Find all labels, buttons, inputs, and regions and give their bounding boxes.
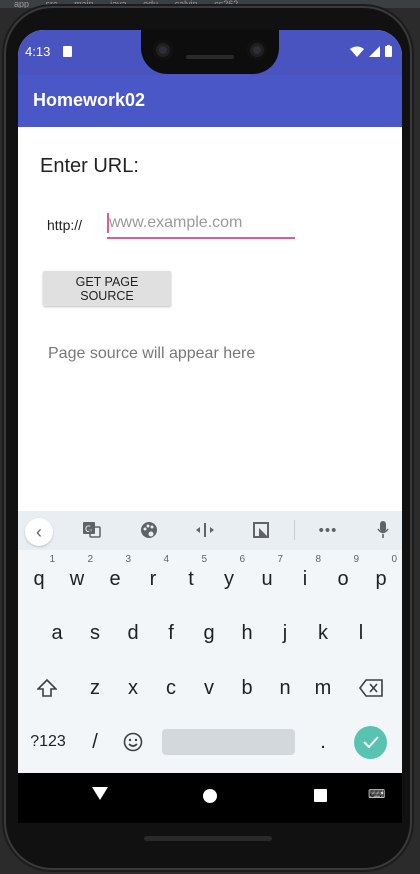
key-s[interactable]: s — [76, 611, 114, 655]
key-e[interactable]: e3 — [96, 554, 134, 601]
key-k[interactable]: k — [304, 611, 342, 655]
main-content: Enter URL: http:// GET PAGE SOURCE Page … — [18, 127, 402, 511]
enter-url-heading: Enter URL: — [40, 155, 139, 177]
space-key[interactable] — [162, 729, 295, 755]
emoji-icon — [123, 732, 143, 752]
text-cursor — [107, 213, 109, 233]
key-n[interactable]: n — [266, 666, 304, 710]
page-source-output: Page source will appear here — [48, 345, 256, 362]
enter-key[interactable] — [354, 726, 387, 759]
key-a[interactable]: a — [38, 611, 76, 655]
keyboard-suggestion-bar: ‹ G ••• — [18, 511, 402, 550]
sd-card-icon — [63, 46, 72, 57]
key-t[interactable]: t5 — [172, 554, 210, 601]
key-q[interactable]: q1 — [20, 554, 58, 601]
key-p[interactable]: p0 — [362, 554, 400, 601]
text-cursor-control-icon[interactable] — [195, 520, 215, 540]
key-r[interactable]: r4 — [134, 554, 172, 601]
key-b[interactable]: b — [228, 666, 266, 710]
key-y[interactable]: y6 — [210, 554, 248, 601]
key-v[interactable]: v — [190, 666, 228, 710]
emoji-key[interactable] — [114, 720, 152, 764]
backspace-key[interactable] — [352, 666, 390, 710]
key-c[interactable]: c — [152, 666, 190, 710]
key-period[interactable]: . — [304, 720, 342, 764]
key-z[interactable]: z — [76, 666, 114, 710]
front-camera-icon — [153, 40, 173, 60]
chevron-left-icon[interactable]: ‹ — [25, 518, 53, 546]
back-nav-icon[interactable] — [92, 787, 108, 800]
palette-icon[interactable] — [139, 520, 159, 540]
microphone-icon[interactable] — [373, 520, 393, 540]
shift-icon — [36, 678, 58, 697]
shift-key[interactable] — [28, 666, 66, 710]
soft-keyboard: ‹ G ••• q1 w2 e 3 r 4 t 5 y 6 u 7 i 8 o … — [18, 511, 402, 773]
signal-icon — [369, 45, 380, 57]
key-i[interactable]: i8 — [286, 554, 324, 601]
app-title: Homework02 — [33, 90, 146, 110]
battery-icon — [385, 45, 392, 57]
key-o[interactable]: o9 — [324, 554, 362, 601]
phone-frame: 4:13 Homework02 Enter URL: http:// GET P… — [4, 6, 412, 870]
ide-tab: app — [14, 0, 30, 8]
bottom-speaker — [144, 836, 272, 841]
wifi-icon — [350, 46, 364, 57]
status-time: 4:13 — [25, 44, 51, 59]
key-slash[interactable]: / — [76, 720, 114, 764]
home-nav-icon[interactable] — [203, 789, 217, 803]
translate-icon[interactable]: G — [82, 520, 102, 540]
backspace-icon — [359, 679, 383, 697]
key-h[interactable]: h — [228, 611, 266, 655]
url-input[interactable] — [107, 209, 295, 239]
key-j[interactable]: j — [266, 611, 304, 655]
toolbar-divider — [294, 520, 295, 540]
key-l[interactable]: l — [342, 611, 380, 655]
more-options-icon[interactable]: ••• — [318, 520, 338, 540]
key-u[interactable]: u7 — [248, 554, 286, 601]
app-toolbar: Homework02 — [18, 75, 402, 127]
get-page-source-button[interactable]: GET PAGE SOURCE — [43, 271, 171, 306]
key-m[interactable]: m — [304, 666, 342, 710]
status-icons — [350, 45, 392, 57]
key-x[interactable]: x — [114, 666, 152, 710]
keyboard-switch-icon[interactable]: ⌨ — [368, 787, 385, 801]
camera-notch — [141, 30, 279, 74]
key-f[interactable]: f — [152, 611, 190, 655]
protocol-label: http:// — [47, 217, 83, 233]
symbols-key[interactable]: ?123 — [24, 720, 72, 764]
device-screen: 4:13 Homework02 Enter URL: http:// GET P… — [18, 30, 402, 823]
navigation-bar: ⌨ — [18, 773, 402, 823]
svg-text:G: G — [85, 524, 92, 534]
front-camera-icon — [247, 40, 267, 60]
recents-nav-icon[interactable] — [314, 789, 327, 802]
clipboard-icon[interactable] — [251, 520, 271, 540]
status-bar: 4:13 — [18, 30, 402, 75]
earpiece-speaker — [186, 55, 234, 59]
checkmark-icon — [362, 736, 379, 749]
key-w[interactable]: w2 — [58, 554, 96, 601]
key-d[interactable]: d — [114, 611, 152, 655]
key-g[interactable]: g — [190, 611, 228, 655]
